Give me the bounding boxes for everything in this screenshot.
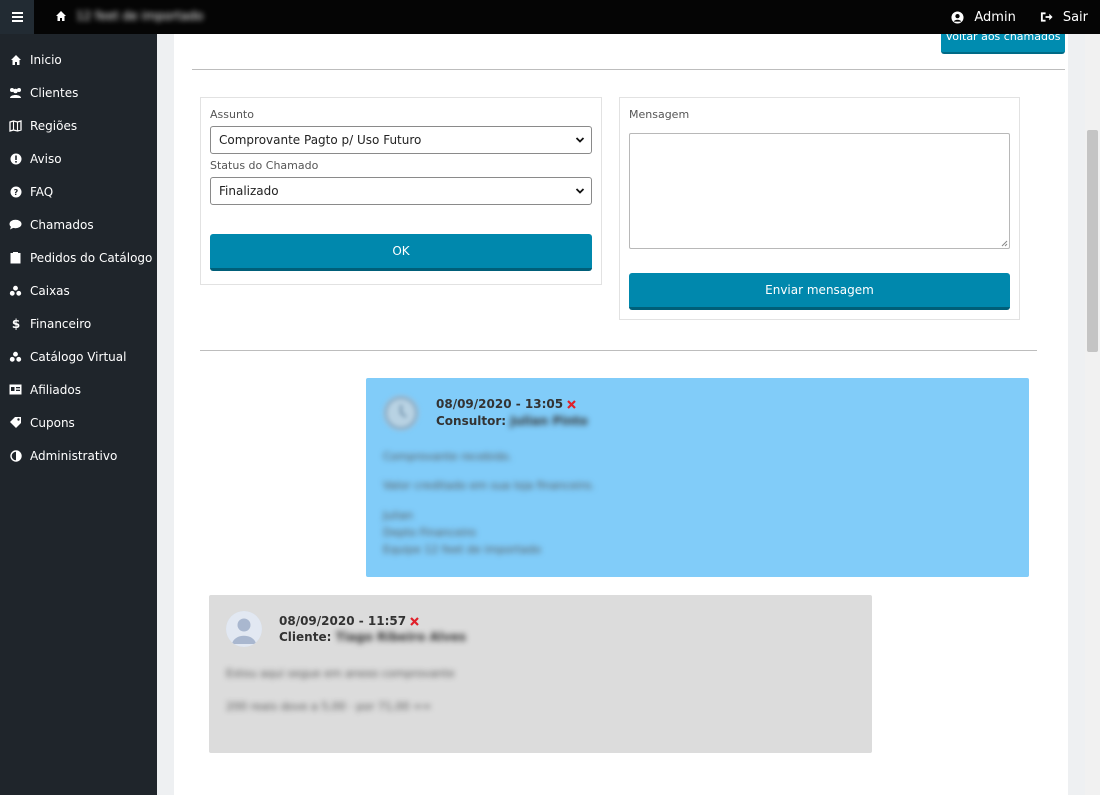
adjust-icon xyxy=(9,449,22,462)
svg-text:?: ? xyxy=(13,188,18,197)
message-author: Tiago Ribeiro Alves xyxy=(335,630,467,644)
user-circle-icon xyxy=(951,10,964,24)
svg-text:$: $ xyxy=(11,317,19,330)
chat-icon xyxy=(9,218,22,231)
alert-icon xyxy=(9,152,22,165)
message-label: Mensagem xyxy=(629,108,690,121)
sidebar-item-catalogo-virtual[interactable]: Catálogo Virtual xyxy=(0,340,157,373)
message-date-text: 08/09/2020 - 11:57 xyxy=(279,614,407,628)
scrollbar-thumb[interactable] xyxy=(1087,130,1098,352)
sidebar-item-aviso[interactable]: Aviso xyxy=(0,142,157,175)
message-text-line: 200 reais dove a 5,00 · por 71,00 == xyxy=(226,700,432,713)
hamburger-icon xyxy=(11,16,23,18)
sidebar-item-label: Clientes xyxy=(30,85,79,100)
logout-link[interactable]: Sair xyxy=(1040,10,1088,25)
admin-user-link[interactable]: Admin xyxy=(951,9,1016,25)
status-select-value: Finalizado xyxy=(219,184,279,198)
message-role: Cliente: Tiago Ribeiro Alves xyxy=(279,630,466,644)
sidebar-item-label: Catálogo Virtual xyxy=(30,349,127,364)
chevron-down-icon xyxy=(575,137,585,143)
home-icon[interactable] xyxy=(55,10,67,22)
resize-grip-icon[interactable] xyxy=(1000,239,1008,247)
message-text-line: Depto Financeiro xyxy=(383,526,476,539)
users-icon xyxy=(9,86,22,99)
message-text-line: Estou aqui segue em anexo comprovante xyxy=(226,667,455,680)
message-role-label: Cliente: xyxy=(279,630,332,644)
sidebar-item-chamados[interactable]: Chamados xyxy=(0,208,157,241)
ok-button[interactable]: OK xyxy=(210,234,592,271)
sidebar-item-label: Afiliados xyxy=(30,382,81,397)
status-label: Status do Chamado xyxy=(210,159,319,172)
divider xyxy=(200,350,1037,351)
ticket-icon xyxy=(9,416,22,429)
sidebar-item-label: Chamados xyxy=(30,217,94,232)
divider xyxy=(192,69,1065,70)
id-card-icon xyxy=(9,383,22,396)
cubes-icon xyxy=(9,350,22,363)
question-icon: ? xyxy=(9,185,22,198)
sidebar-item-label: FAQ xyxy=(30,184,54,199)
message-date-text: 08/09/2020 - 13:05 xyxy=(436,397,564,411)
sidebar-item-label: Regiões xyxy=(30,118,78,133)
menu-toggle-button[interactable] xyxy=(0,0,34,34)
message-date: 08/09/2020 - 13:05 xyxy=(436,397,576,411)
sidebar-item-label: Pedidos do Catálogo xyxy=(30,250,153,265)
sidebar-item-label: Inicio xyxy=(30,52,62,67)
cubes-icon xyxy=(9,284,22,297)
message-text-line: Equipe 12 feet de importado xyxy=(383,543,541,556)
subject-label: Assunto xyxy=(210,108,254,121)
message-author: Julian Pinto xyxy=(510,414,588,428)
avatar xyxy=(383,395,419,431)
message-text-line: Valor creditado em sua loja financeiro. xyxy=(383,479,595,492)
sidebar-item-clientes[interactable]: Clientes xyxy=(0,76,157,109)
sidebar-item-label: Cupons xyxy=(30,415,75,430)
message-text-line: Comprovante recebido. xyxy=(383,450,512,463)
sidebar-item-caixas[interactable]: Caixas xyxy=(0,274,157,307)
sidebar-item-label: Financeiro xyxy=(30,316,92,331)
status-select[interactable]: Finalizado xyxy=(210,177,592,205)
sidebar-item-afiliados[interactable]: Afiliados xyxy=(0,373,157,406)
message-date: 08/09/2020 - 11:57 xyxy=(279,614,419,628)
dollar-icon: $ xyxy=(9,317,22,330)
subject-select[interactable]: Comprovante Pagto p/ Uso Futuro xyxy=(210,126,592,154)
message-textarea[interactable] xyxy=(629,133,1010,249)
logout-icon xyxy=(1040,12,1053,22)
brand-title[interactable]: 12 feet de importado xyxy=(76,9,203,23)
sidebar-item-cupons[interactable]: Cupons xyxy=(0,406,157,439)
delete-icon[interactable] xyxy=(410,616,419,626)
sidebar-item-regioes[interactable]: Regiões xyxy=(0,109,157,142)
sidebar-item-financeiro[interactable]: $ Financeiro xyxy=(0,307,157,340)
subject-select-value: Comprovante Pagto p/ Uso Futuro xyxy=(219,133,422,147)
avatar xyxy=(226,611,262,647)
message-text-line: Julian xyxy=(383,509,414,522)
back-to-tickets-button[interactable]: Voltar aos chamados xyxy=(941,34,1065,54)
admin-label: Admin xyxy=(974,9,1016,25)
logout-label: Sair xyxy=(1062,9,1088,25)
sidebar-item-faq[interactable]: ? FAQ xyxy=(0,175,157,208)
chevron-down-icon xyxy=(575,188,585,194)
sidebar-item-administrativo[interactable]: Administrativo xyxy=(0,439,157,472)
sidebar-item-label: Administrativo xyxy=(30,448,118,463)
sidebar-item-label: Caixas xyxy=(30,283,70,298)
message-role-label: Consultor: xyxy=(436,414,507,428)
send-message-button[interactable]: Enviar mensagem xyxy=(629,273,1010,310)
top-bar: 12 feet de importado Admin Sair xyxy=(0,0,1100,34)
sidebar-item-label: Aviso xyxy=(30,151,62,166)
home-icon xyxy=(9,53,22,66)
sidebar-item-pedidos-catalogo[interactable]: Pedidos do Catálogo xyxy=(0,241,157,274)
map-icon xyxy=(9,119,22,132)
sidebar-item-inicio[interactable]: Inicio xyxy=(0,43,157,76)
clipboard-icon xyxy=(9,251,22,264)
delete-icon[interactable] xyxy=(567,399,576,409)
message-role: Consultor: Julian Pinto xyxy=(436,414,588,428)
